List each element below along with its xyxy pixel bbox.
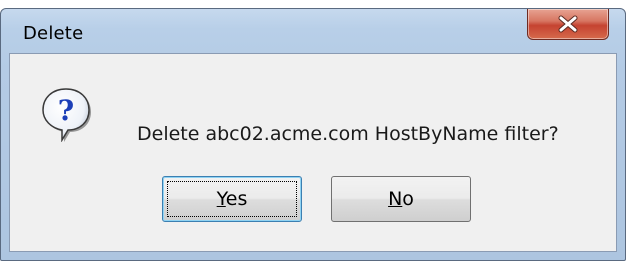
yes-button-label: Yes <box>217 188 248 210</box>
yes-button[interactable]: Yes <box>162 176 302 222</box>
svg-text:?: ? <box>58 94 74 127</box>
no-accelerator: N <box>388 188 403 210</box>
yes-accelerator: Y <box>216 188 226 210</box>
close-button[interactable] <box>527 9 609 40</box>
no-button-label: No <box>388 188 414 210</box>
window-title: Delete <box>23 23 84 44</box>
no-button[interactable]: No <box>331 176 471 222</box>
dialog-window: Delete ? Delete abc02.acme.com HostByNam… <box>0 8 626 261</box>
dialog-body: ? Delete abc02.acme.com HostByName filte… <box>9 53 617 252</box>
question-icon: ? <box>42 88 91 142</box>
dialog-message: Delete abc02.acme.com HostByName filter? <box>137 123 559 145</box>
close-icon <box>558 15 578 33</box>
no-label-rest: o <box>402 188 414 210</box>
title-bar[interactable]: Delete <box>1 9 625 53</box>
yes-label-rest: es <box>225 188 248 210</box>
